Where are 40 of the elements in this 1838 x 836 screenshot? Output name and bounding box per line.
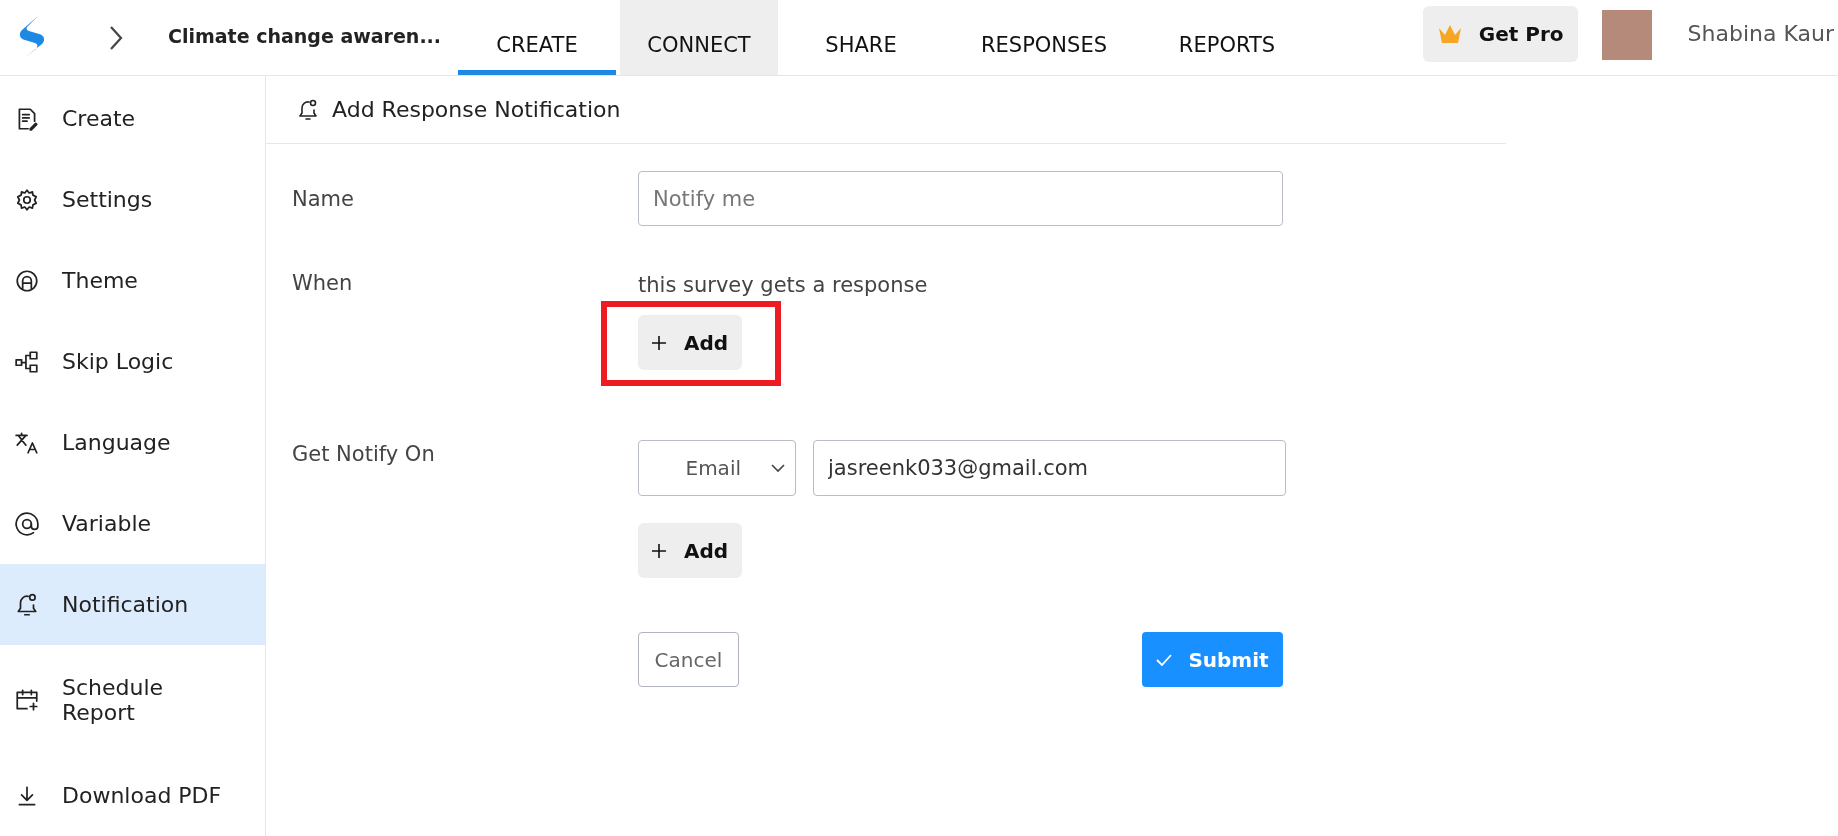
translate-icon [14, 429, 40, 456]
nav-tab[interactable]: RESPONSES [944, 0, 1144, 75]
plus-icon [652, 335, 666, 350]
nav-tab[interactable]: SHARE [782, 0, 940, 75]
sidebar-item[interactable]: Variable [0, 483, 265, 564]
sidebar-item[interactable]: Skip Logic [0, 321, 265, 402]
caret-icon [771, 463, 785, 473]
flowchart-icon [14, 348, 40, 375]
sidebar-item[interactable]: Notification [0, 564, 265, 645]
cancel-button[interactable]: Cancel [638, 632, 739, 687]
check-icon [1156, 653, 1173, 666]
at-sign-icon [14, 510, 40, 537]
sidebar-item[interactable]: Theme [0, 240, 265, 321]
nav-tab[interactable]: CREATE [458, 0, 616, 75]
panel-title: Add Response Notification [332, 97, 621, 122]
field-label: Name [292, 186, 355, 211]
condition-text: this survey gets a response [638, 272, 928, 297]
bell-icon [14, 591, 40, 618]
field-label: When [292, 271, 354, 297]
sidebar-item[interactable]: Settings [0, 159, 265, 240]
chevron-right-icon[interactable] [108, 25, 124, 51]
email-input-field[interactable]: jasreenk033@gmail.com [813, 440, 1286, 496]
avatar-photo-placeholder[interactable] [1601, 9, 1652, 60]
plus-icon [652, 543, 666, 558]
nav-tab[interactable]: CONNECT [620, 0, 778, 75]
calendar-add-icon [14, 687, 40, 713]
nav-tab[interactable]: REPORTS [1148, 0, 1306, 75]
sidebar-item[interactable]: Schedule Report [0, 645, 265, 755]
survey-title: Climate change awaren... [168, 24, 443, 49]
add-button[interactable]: Add [638, 315, 743, 370]
sidebar-item[interactable]: Create [0, 78, 265, 159]
get-pro-button[interactable]: Get Pro [1422, 5, 1578, 62]
name-input-field[interactable]: Notify me [638, 171, 1283, 226]
channel-dropdown[interactable]: Email [638, 440, 796, 496]
user-name[interactable]: Shabina Kaur [1687, 21, 1834, 46]
field-label: Get Notify On [292, 441, 436, 468]
sidebar-item[interactable]: Download PDF [0, 755, 265, 836]
palette-circle-icon [14, 267, 40, 294]
sidebar-item[interactable]: Language [0, 402, 265, 483]
add-button[interactable]: Add [638, 523, 743, 578]
